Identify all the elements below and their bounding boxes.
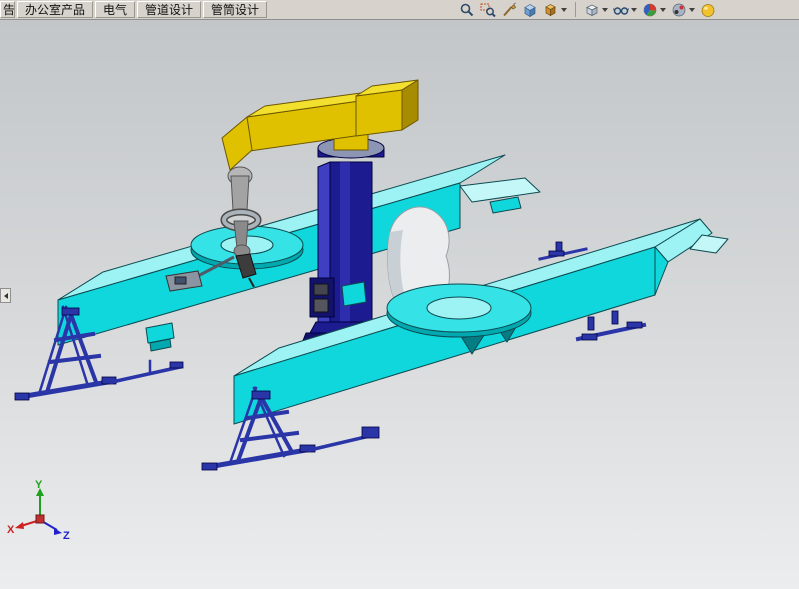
graphics-area[interactable]: Y X Z <box>0 20 799 589</box>
section-view-icon <box>522 2 538 18</box>
view-settings-button[interactable] <box>699 1 717 19</box>
zoom-fit-button[interactable] <box>458 1 476 19</box>
hide-show-items-button[interactable] <box>612 1 638 19</box>
toolbar-separator <box>575 2 576 17</box>
tab-partial[interactable]: 告 <box>0 1 15 18</box>
pen-tool-icon <box>501 2 517 18</box>
dropdown-arrow-icon <box>561 8 567 12</box>
triad-x-label: X <box>7 524 15 536</box>
zoom-fit-icon <box>459 2 475 18</box>
front-beam-ring-hole[interactable] <box>427 297 491 319</box>
beam-support-foot[interactable] <box>146 323 174 351</box>
orientation-triad: Y X Z <box>7 479 70 542</box>
display-style-button[interactable] <box>583 1 609 19</box>
fixture-block[interactable] <box>342 282 366 306</box>
zoom-area-button[interactable] <box>479 1 497 19</box>
view-orientation-icon <box>543 2 559 18</box>
dropdown-arrow-icon <box>602 8 608 12</box>
tab-piping-design[interactable]: 管道设计 <box>137 1 201 18</box>
view-toolbar <box>458 1 717 19</box>
cad-window: 告 办公室产品 电气 管道设计 管筒设计 <box>0 0 799 589</box>
section-view-button[interactable] <box>521 1 539 19</box>
command-toolbar: 告 办公室产品 电气 管道设计 管筒设计 <box>0 0 799 20</box>
apply-scene-button[interactable] <box>670 1 696 19</box>
wire-feeder-unit[interactable] <box>310 278 334 317</box>
triad-z-label: Z <box>63 530 70 542</box>
triad-y-label: Y <box>35 479 43 491</box>
tab-electrical[interactable]: 电气 <box>95 1 135 18</box>
triad-origin-cube <box>36 515 44 523</box>
yellow-ball-icon <box>700 2 716 18</box>
model-scene[interactable]: Y X Z <box>0 20 799 589</box>
tab-tubing-design[interactable]: 管筒设计 <box>203 1 267 18</box>
dropdown-arrow-icon <box>660 8 666 12</box>
zoom-area-icon <box>480 2 496 18</box>
tab-office-products[interactable]: 办公室产品 <box>17 1 93 18</box>
dropdown-arrow-icon <box>689 8 695 12</box>
edit-appearance-button[interactable] <box>641 1 667 19</box>
dropdown-arrow-icon <box>631 8 637 12</box>
view-orientation-button[interactable] <box>542 1 568 19</box>
display-style-icon <box>584 2 600 18</box>
pen-tool-button[interactable] <box>500 1 518 19</box>
glasses-icon <box>613 2 629 18</box>
color-sphere-icon <box>642 2 658 18</box>
scene-sphere-icon <box>671 2 687 18</box>
chevron-left-icon <box>4 293 8 299</box>
collapse-panel-button[interactable] <box>0 288 11 303</box>
